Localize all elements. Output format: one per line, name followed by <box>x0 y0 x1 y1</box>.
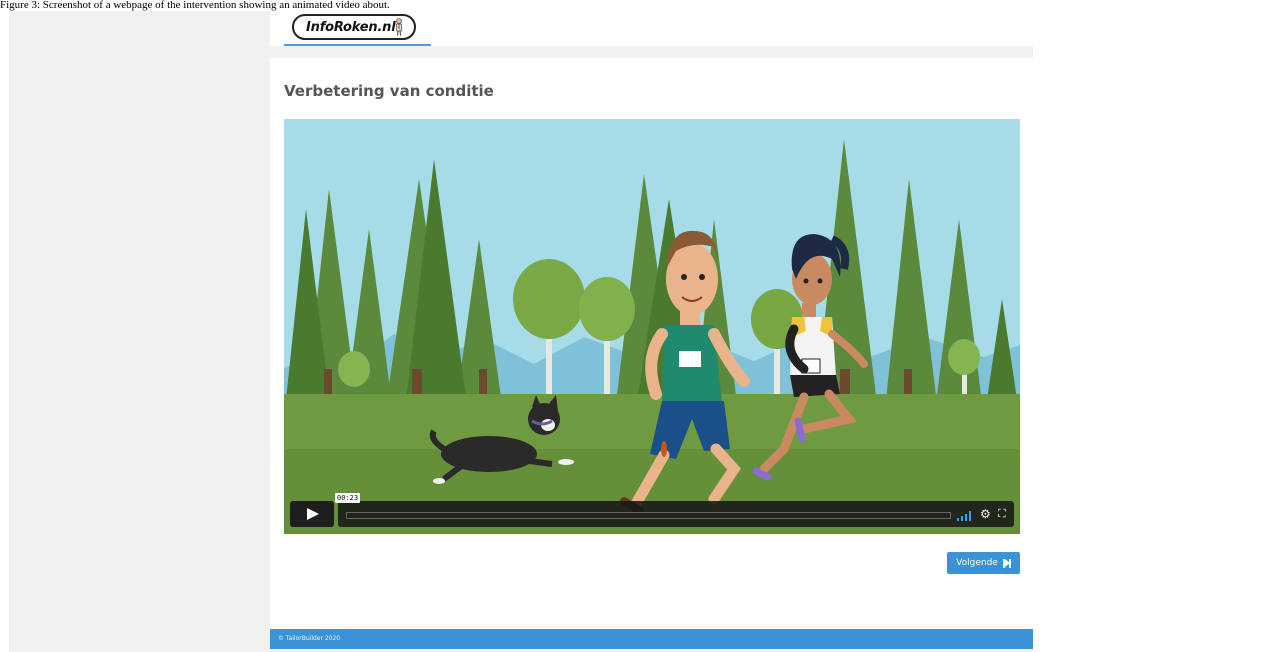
person-figure-icon <box>396 18 402 36</box>
video-player[interactable]: ⚙ ⛶ 00:23 <box>284 119 1020 534</box>
top-navigation-bar: InfoRoken.nl <box>270 11 1033 46</box>
next-button-label: Volgende <box>956 558 998 568</box>
page-footer: © TailorBuilder 2020 <box>270 629 1033 649</box>
figure-caption: Figure 3: Screenshot of a webpage of the… <box>0 0 390 11</box>
next-icon <box>1002 558 1011 568</box>
fullscreen-icon[interactable]: ⛶ <box>998 507 1010 521</box>
page-title: Verbetering van conditie <box>284 82 494 100</box>
inforoken-logo[interactable]: InfoRoken.nl <box>292 14 416 40</box>
content-card: Verbetering van conditie ⚙ ⛶ 00:23 Volge… <box>270 58 1033 629</box>
current-time-tooltip: 00:23 <box>335 493 361 503</box>
next-button[interactable]: Volgende <box>947 552 1020 574</box>
play-icon[interactable] <box>290 501 334 527</box>
seek-bar[interactable] <box>346 512 951 519</box>
logo-tab[interactable]: InfoRoken.nl <box>284 11 431 46</box>
logo-text: InfoRoken.nl <box>306 19 396 35</box>
settings-gear-icon[interactable]: ⚙ <box>980 507 992 521</box>
volume-icon[interactable] <box>956 509 974 521</box>
control-bar: ⚙ ⛶ <box>338 501 1014 527</box>
video-controls: ⚙ ⛶ 00:23 <box>290 493 1014 527</box>
video-frame-illustration <box>284 119 1020 534</box>
